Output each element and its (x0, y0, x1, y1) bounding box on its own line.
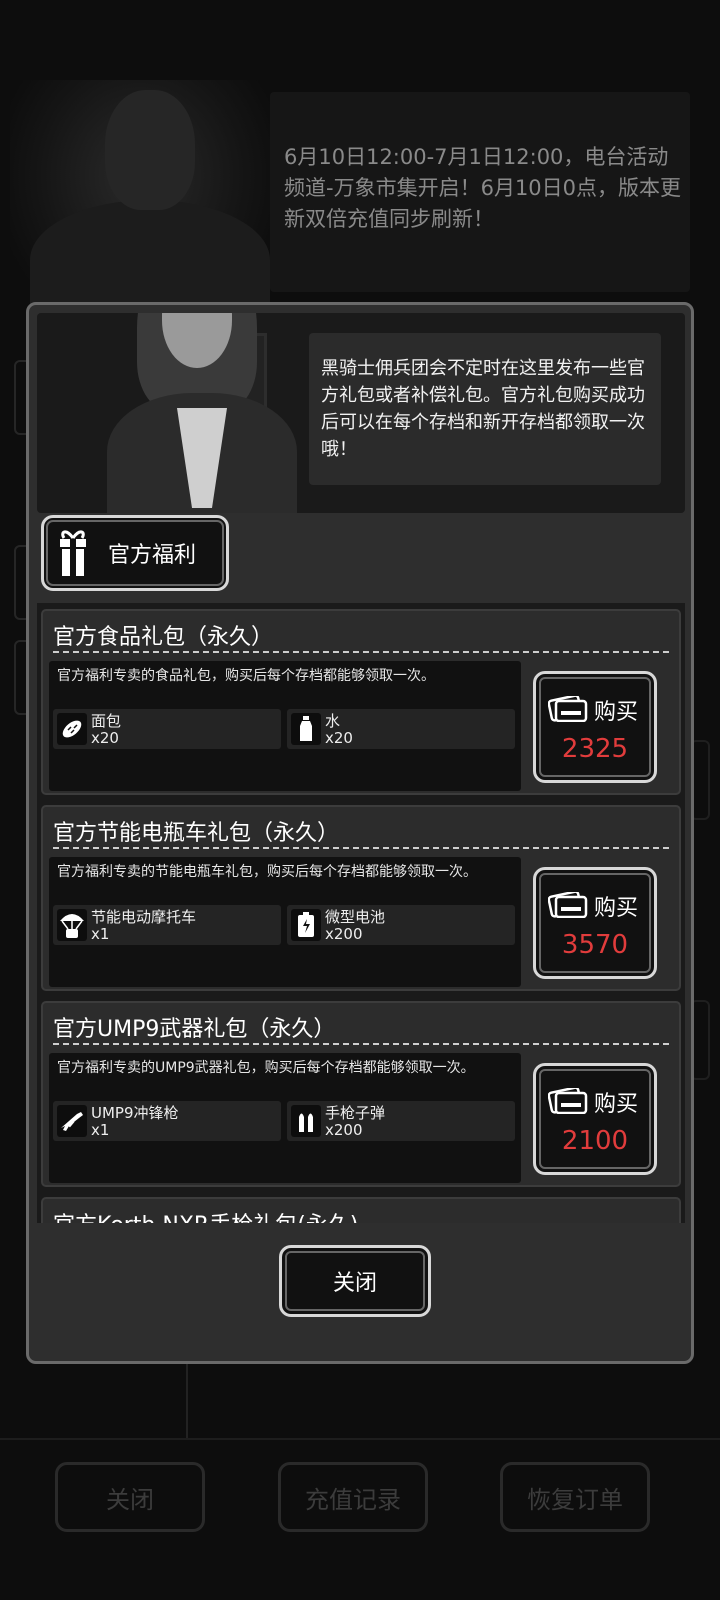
background-recharge-history-button: 充值记录 (278, 1462, 428, 1532)
reward-name: UMP9冲锋枪 (91, 1104, 179, 1122)
background-character-portrait (10, 80, 270, 320)
payment-card-icon (547, 694, 588, 723)
buy-label: 购买 (594, 896, 639, 921)
buy-button[interactable]: 购买 2100 (533, 1063, 657, 1175)
pack-card: 官方节能电瓶车礼包（永久） 官方福利专卖的节能电瓶车礼包，购买后每个存档都能够领… (41, 805, 681, 991)
background-notice-panel: 6月10日12:00-7月1日12:00，电台活动频道-万象市集开启！6月10日… (270, 92, 690, 292)
pack-card: 官方食品礼包（永久） 官方福利专卖的食品礼包，购买后每个存档都能够领取一次。 面… (41, 609, 681, 795)
npc-speech-bubble: 黑骑士佣兵团会不定时在这里发布一些官方礼包或者补偿礼包。官方礼包购买成功后可以在… (309, 333, 661, 485)
pack-price: 2100 (561, 1126, 629, 1156)
water-bottle-icon (291, 713, 321, 745)
reward-count: x200 (325, 1121, 363, 1139)
payment-card-icon (547, 1086, 588, 1115)
pack-details: 官方福利专卖的节能电瓶车礼包，购买后每个存档都能够领取一次。 节能电动摩托车 x… (49, 857, 521, 987)
reward-name: 微型电池 (325, 908, 386, 926)
pack-title: 官方Korth NXR手枪礼包(永久) (53, 1207, 358, 1223)
reward-count: x200 (325, 925, 363, 943)
dashed-divider (53, 651, 669, 653)
reward-name: 面包 (91, 712, 122, 730)
pack-card: 官方Korth NXR手枪礼包(永久) (41, 1197, 681, 1223)
reward-count: x1 (91, 1121, 110, 1139)
pack-card: 官方UMP9武器礼包（永久） 官方福利专卖的UMP9武器礼包，购买后每个存档都能… (41, 1001, 681, 1187)
reward-item: UMP9冲锋枪 x1 (53, 1101, 281, 1141)
reward-item: 微型电池 x200 (287, 905, 515, 945)
close-button[interactable]: 关闭 (279, 1245, 431, 1317)
official-benefits-dialog: 黑骑士佣兵团会不定时在这里发布一些官方礼包或者补偿礼包。官方礼包购买成功后可以在… (26, 302, 694, 1364)
reward-count: x20 (325, 729, 353, 747)
pack-title: 官方UMP9武器礼包（永久） (53, 1017, 336, 1042)
pack-description: 官方福利专卖的节能电瓶车礼包，购买后每个存档都能够领取一次。 (57, 864, 477, 880)
bullets-icon (291, 1105, 321, 1137)
dashed-divider (53, 847, 669, 849)
reward-name: 水 (325, 712, 341, 730)
background-restore-order-button: 恢复订单 (500, 1462, 650, 1532)
pack-list[interactable]: 官方食品礼包（永久） 官方福利专卖的食品礼包，购买后每个存档都能够领取一次。 面… (37, 603, 685, 1223)
pack-description: 官方福利专卖的UMP9武器礼包，购买后每个存档都能够领取一次。 (57, 1060, 475, 1076)
buy-label: 购买 (594, 1092, 639, 1117)
buy-button[interactable]: 购买 2325 (533, 671, 657, 783)
reward-count: x1 (91, 925, 110, 943)
background-divider (0, 1438, 720, 1440)
pack-title: 官方节能电瓶车礼包（永久） (53, 821, 340, 846)
tab-label: 官方福利 (108, 543, 197, 568)
pack-price: 3570 (561, 930, 629, 960)
dialog-header: 黑骑士佣兵团会不定时在这里发布一些官方礼包或者补偿礼包。官方礼包购买成功后可以在… (37, 313, 685, 513)
smg-icon (57, 1105, 87, 1137)
reward-item: 手枪子弹 x200 (287, 1101, 515, 1141)
reward-item: 水 x20 (287, 709, 515, 749)
battery-icon (291, 909, 321, 941)
tab-official-benefits[interactable]: 官方福利 (41, 515, 229, 591)
gift-box-icon (58, 528, 88, 578)
buy-button[interactable]: 购买 3570 (533, 867, 657, 979)
background-notice-text: 6月10日12:00-7月1日12:00，电台活动频道-万象市集开启！6月10日… (284, 145, 682, 231)
pack-details: 官方福利专卖的食品礼包，购买后每个存档都能够领取一次。 面包 x20 水 x20 (49, 661, 521, 791)
reward-name: 节能电动摩托车 (91, 908, 197, 926)
background-close-button: 关闭 (55, 1462, 205, 1532)
dashed-divider (53, 1043, 669, 1045)
pack-details: 官方福利专卖的UMP9武器礼包，购买后每个存档都能够领取一次。 UMP9冲锋枪 … (49, 1053, 521, 1183)
buy-label: 购买 (594, 700, 639, 725)
npc-portrait (107, 313, 297, 513)
payment-card-icon (547, 890, 588, 919)
bread-icon (57, 713, 87, 745)
reward-item: 节能电动摩托车 x1 (53, 905, 281, 945)
pack-description: 官方福利专卖的食品礼包，购买后每个存档都能够领取一次。 (57, 668, 435, 684)
pack-title: 官方食品礼包（永久） (53, 625, 274, 650)
pack-price: 2325 (561, 734, 629, 764)
reward-item: 面包 x20 (53, 709, 281, 749)
reward-name: 手枪子弹 (325, 1104, 386, 1122)
reward-count: x20 (91, 729, 119, 747)
airdrop-scooter-icon (57, 909, 87, 941)
